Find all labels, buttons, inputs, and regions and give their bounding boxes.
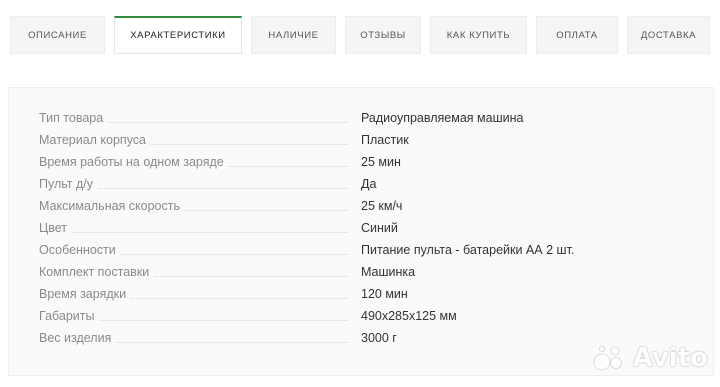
spec-name: Время работы на одном заряде	[39, 155, 228, 169]
spec-value: 25 км/ч	[361, 199, 403, 213]
spec-value: Да	[361, 177, 377, 191]
spec-value: 120 мин	[361, 287, 408, 301]
spec-row: Пульт д/у Да	[39, 176, 599, 194]
characteristics-panel: Тип товара Радиоуправляемая машина Матер…	[8, 87, 714, 376]
tab-availability[interactable]: НАЛИЧИЕ	[251, 16, 336, 54]
spec-value: Питание пульта - батарейки АА 2 шт.	[361, 243, 575, 257]
spec-value: Машинка	[361, 265, 416, 279]
spec-name: Габариты	[39, 309, 99, 323]
tab-how-to-buy[interactable]: КАК КУПИТЬ	[430, 16, 527, 54]
spec-row: Цвет Синий	[39, 220, 599, 238]
spec-name: Максимальная скорость	[39, 199, 184, 213]
tab-characteristics[interactable]: ХАРАКТЕРИСТИКИ	[114, 16, 242, 54]
spec-name: Материал корпуса	[39, 133, 151, 147]
spec-name: Время зарядки	[39, 287, 131, 301]
spec-row: Тип товара Радиоуправляемая машина	[39, 110, 599, 128]
spec-row: Особенности Питание пульта - батарейки А…	[39, 242, 599, 260]
spec-row: Вес изделия 3000 г	[39, 330, 599, 348]
spec-row: Максимальная скорость 25 км/ч	[39, 198, 599, 216]
spec-name: Цвет	[39, 221, 72, 235]
spec-row: Комплект поставки Машинка	[39, 264, 599, 282]
spec-value: Синий	[361, 221, 398, 235]
tab-bar: ОПИСАНИЕ ХАРАКТЕРИСТИКИ НАЛИЧИЕ ОТЗЫВЫ К…	[10, 16, 710, 54]
tab-reviews[interactable]: ОТЗЫВЫ	[345, 16, 421, 54]
spec-name: Вес изделия	[39, 331, 116, 345]
tab-description[interactable]: ОПИСАНИЕ	[10, 16, 105, 54]
spec-value: 3000 г	[361, 331, 397, 345]
watermark-text: Avito	[632, 343, 708, 373]
spec-value: Пластик	[361, 133, 409, 147]
spec-row: Материал корпуса Пластик	[39, 132, 599, 150]
spec-name: Тип товара	[39, 111, 108, 125]
spec-row: Габариты 490x285x125 мм	[39, 308, 599, 326]
avito-logo-icon	[593, 346, 622, 371]
spec-value: 25 мин	[361, 155, 401, 169]
spec-name: Комплект поставки	[39, 265, 154, 279]
spec-name: Пульт д/у	[39, 177, 98, 191]
avito-watermark: Avito	[593, 343, 708, 373]
spec-name: Особенности	[39, 243, 120, 257]
spec-row: Время работы на одном заряде 25 мин	[39, 154, 599, 172]
tab-payment[interactable]: ОПЛАТА	[536, 16, 618, 54]
spec-row: Время зарядки 120 мин	[39, 286, 599, 304]
spec-value: Радиоуправляемая машина	[361, 111, 524, 125]
tab-delivery[interactable]: ДОСТАВКА	[627, 16, 710, 54]
spec-value: 490x285x125 мм	[361, 309, 457, 323]
